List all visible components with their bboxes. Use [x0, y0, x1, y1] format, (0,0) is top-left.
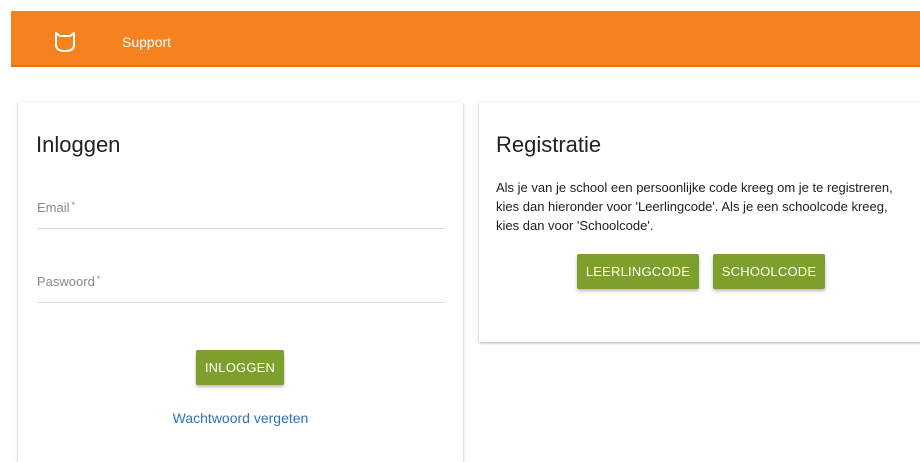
owl-logo-icon[interactable]	[53, 31, 77, 53]
registration-description: Als je van je school een persoonlijke co…	[496, 180, 893, 233]
registration-card: Registratie Als je van je school een per…	[479, 102, 920, 342]
login-button[interactable]: INLOGGEN	[196, 350, 284, 385]
email-input[interactable]	[37, 194, 449, 230]
student-code-button[interactable]: LEERLINGCODE	[577, 254, 699, 289]
password-field[interactable]: Paswoord *	[37, 268, 449, 304]
support-link[interactable]: Support	[122, 34, 171, 50]
login-title: Inloggen	[36, 132, 121, 157]
school-code-button[interactable]: SCHOOLCODE	[713, 254, 825, 289]
email-field[interactable]: Email *	[37, 194, 449, 230]
registration-title: Registratie	[496, 132, 602, 157]
forgot-password-link[interactable]: Wachtwoord vergeten	[18, 410, 463, 426]
password-input[interactable]	[37, 268, 449, 304]
top-navbar: Support	[11, 11, 920, 67]
login-card: Inloggen Email * Paswoord * INLOGGEN Wacht…	[18, 102, 463, 462]
